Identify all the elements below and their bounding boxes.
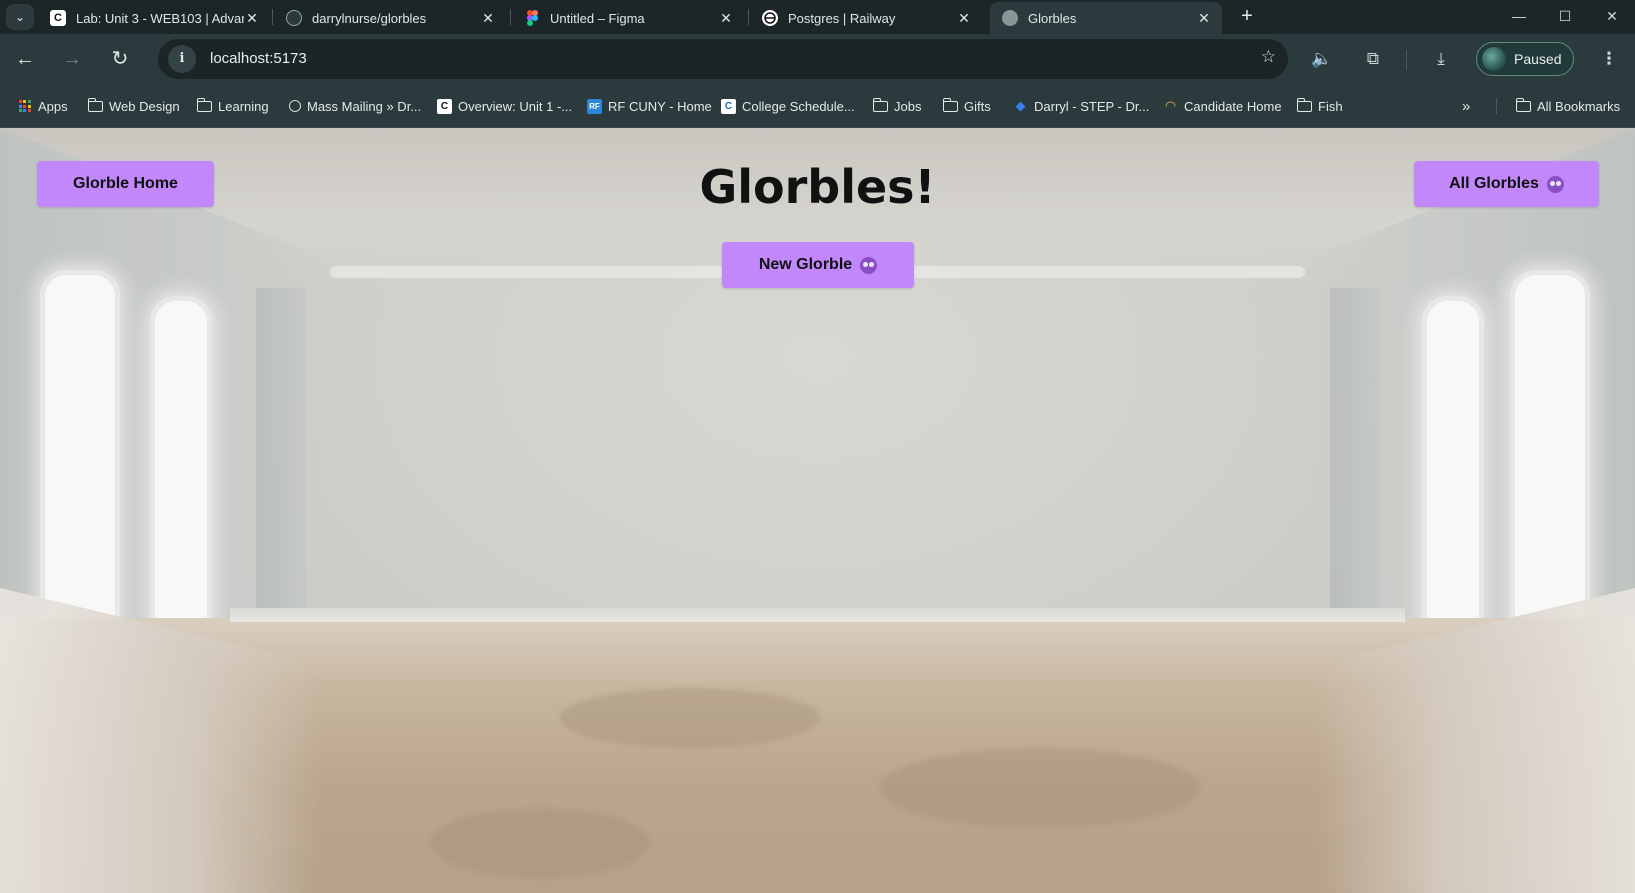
address-bar[interactable]: i localhost:5173 ☆: [158, 39, 1288, 79]
maximize-icon[interactable]: ☐: [1550, 4, 1580, 28]
bookmark-label: Fish: [1318, 98, 1343, 114]
bookmark-jobs[interactable]: Jobs: [872, 96, 922, 116]
tab-glorbles[interactable]: Glorbles ✕: [990, 2, 1222, 34]
profile-status-label: Paused: [1514, 51, 1562, 67]
tab-title: Lab: Unit 3 - WEB103 | Advar: [76, 10, 244, 26]
back-arrow-icon[interactable]: ←: [9, 43, 41, 75]
minimize-icon[interactable]: —: [1504, 4, 1534, 28]
tab-search-dropdown-icon[interactable]: ⌄: [6, 4, 34, 30]
bookmark-label: Jobs: [894, 98, 922, 114]
glorble-emoji-icon: [1546, 175, 1564, 193]
tab-title: Untitled – Figma: [550, 10, 645, 26]
close-icon[interactable]: ✕: [718, 10, 734, 27]
dropbox-icon: ◆: [1015, 98, 1026, 113]
bookmark-label: All Bookmarks: [1537, 98, 1621, 114]
bookmark-overview-unit-1[interactable]: C Overview: Unit 1 -...: [437, 96, 572, 116]
tab-github-glorbles[interactable]: darrylnurse/glorbles ✕: [274, 2, 506, 34]
rf-icon: RF: [587, 98, 602, 114]
all-bookmarks-folder[interactable]: All Bookmarks: [1515, 96, 1621, 116]
page-viewport: Glorble Home Glorbles! All Glorbles New …: [0, 128, 1635, 893]
page-title: Glorbles!: [699, 160, 936, 214]
folder-icon: [872, 97, 888, 114]
profile-paused-button[interactable]: Paused: [1476, 42, 1574, 76]
folder-icon: [196, 97, 212, 114]
bookmark-label: College Schedule...: [742, 98, 855, 114]
bookmark-label: Apps: [38, 98, 68, 114]
bookmark-gifts[interactable]: Gifts: [942, 96, 991, 116]
bookmark-apps[interactable]: Apps: [17, 96, 68, 116]
folder-icon: [87, 97, 103, 114]
bookmark-label: Candidate Home: [1184, 98, 1282, 114]
all-glorbles-button[interactable]: All Glorbles: [1414, 161, 1599, 207]
toolbar-divider: [1406, 50, 1407, 70]
tab-title: darrylnurse/glorbles: [312, 10, 427, 26]
button-label: New Glorble: [758, 256, 853, 273]
bookmark-star-icon[interactable]: ☆: [1261, 47, 1276, 67]
media-volume-icon[interactable]: 🔈: [1306, 43, 1338, 75]
tab-postgres-railway[interactable]: Postgres | Railway ✕: [750, 2, 982, 34]
browser-toolbar: ← → ↻ i localhost:5173 ☆ 🔈 ⧉ ⤓ Paused ⋮: [0, 34, 1635, 84]
bookmark-label: Gifts: [964, 98, 991, 114]
github-icon: [286, 10, 302, 26]
bookmark-label: Learning: [218, 98, 269, 114]
tab-divider: [272, 9, 273, 25]
bookmark-college-schedule[interactable]: C College Schedule...: [721, 96, 855, 116]
extensions-puzzle-icon[interactable]: ⧉: [1357, 43, 1389, 75]
site-info-icon[interactable]: i: [168, 45, 196, 73]
download-icon[interactable]: ⤓: [1425, 43, 1457, 75]
close-icon[interactable]: ✕: [1196, 10, 1212, 27]
bookmark-candidate-home[interactable]: ◠ Candidate Home: [1163, 96, 1282, 116]
tab-divider: [510, 9, 511, 25]
reload-icon[interactable]: ↻: [104, 43, 136, 75]
apps-grid-icon: [17, 99, 32, 114]
tab-title: Postgres | Railway: [788, 10, 896, 26]
close-window-icon[interactable]: ✕: [1597, 4, 1627, 28]
glorble-icon: [1002, 10, 1018, 26]
figma-icon: [524, 10, 540, 26]
candidate-icon: ◠: [1165, 98, 1176, 113]
new-glorble-button[interactable]: New Glorble: [722, 242, 914, 288]
url-text[interactable]: localhost:5173: [210, 50, 307, 67]
floor-stain: [560, 688, 820, 748]
railway-icon: [762, 10, 778, 26]
close-icon[interactable]: ✕: [480, 10, 496, 27]
floor-stain: [430, 808, 650, 878]
avatar: [1482, 47, 1506, 71]
folder-icon: [1296, 97, 1312, 114]
bookmark-mass-mailing[interactable]: Mass Mailing » Dr...: [289, 96, 421, 116]
tab-figma[interactable]: Untitled – Figma ✕: [512, 2, 744, 34]
tab-strip: ⌄ C Lab: Unit 3 - WEB103 | Advar ✕ darry…: [0, 0, 1635, 34]
codepath-icon: C: [50, 10, 66, 26]
bookmark-label: Web Design: [109, 98, 180, 114]
c-icon: C: [721, 98, 736, 114]
close-icon[interactable]: ✕: [956, 10, 972, 27]
close-icon[interactable]: ✕: [244, 10, 260, 27]
menu-kebab-icon[interactable]: ⋮: [1593, 43, 1625, 75]
bookmark-learning[interactable]: Learning: [196, 96, 269, 116]
bookmark-darryl-step[interactable]: ◆ Darryl - STEP - Dr...: [1013, 96, 1150, 116]
bookmark-rf-cuny[interactable]: RF RF CUNY - Home: [587, 96, 712, 116]
floor-stain: [880, 748, 1200, 828]
forward-arrow-icon[interactable]: →: [56, 43, 88, 75]
glorble-emoji-icon: [860, 256, 878, 274]
bookmark-web-design[interactable]: Web Design: [87, 96, 180, 116]
folder-icon: [1515, 97, 1531, 114]
bookmarks-divider: [1496, 98, 1497, 114]
codepath-icon: C: [437, 98, 452, 114]
bookmark-label: Darryl - STEP - Dr...: [1034, 98, 1150, 114]
baseboard: [230, 608, 1405, 622]
bookmark-fish[interactable]: Fish: [1296, 96, 1343, 116]
button-label: All Glorbles: [1449, 175, 1539, 192]
bookmarks-bar: Apps Web Design Learning Mass Mailing » …: [0, 84, 1635, 128]
more-bookmarks-chevron-icon[interactable]: »: [1462, 96, 1470, 116]
new-tab-plus-icon[interactable]: +: [1235, 5, 1259, 29]
folder-icon: [942, 97, 958, 114]
tab-divider: [748, 9, 749, 25]
bookmark-label: RF CUNY - Home: [608, 98, 712, 114]
github-icon: [289, 100, 301, 112]
bookmark-label: Mass Mailing » Dr...: [307, 98, 422, 114]
tab-title: Glorbles: [1028, 10, 1077, 26]
tab-lab-unit-3[interactable]: C Lab: Unit 3 - WEB103 | Advar ✕: [38, 2, 270, 34]
bookmark-label: Overview: Unit 1 -...: [458, 98, 573, 114]
